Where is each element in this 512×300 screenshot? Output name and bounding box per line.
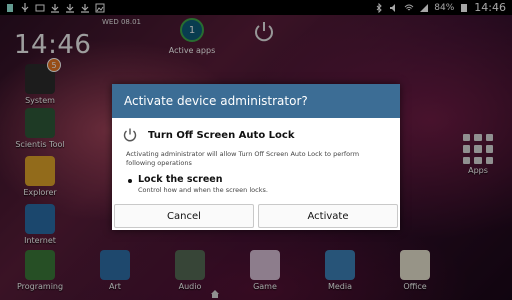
permission-item: Lock the screen Control how and when the… bbox=[112, 174, 400, 194]
admin-dialog: Activate device administrator? Turn Off … bbox=[112, 84, 400, 230]
permission-title: Lock the screen bbox=[138, 174, 223, 185]
bullet-icon bbox=[128, 179, 132, 183]
power-icon bbox=[123, 128, 137, 142]
dialog-buttons: Cancel Activate bbox=[114, 204, 398, 228]
permission-subtitle: Control how and when the screen locks. bbox=[138, 186, 268, 194]
dialog-app-row: Turn Off Screen Auto Lock bbox=[112, 122, 400, 148]
dialog-description: Activating administrator will allow Turn… bbox=[126, 150, 360, 167]
dialog-app-name: Turn Off Screen Auto Lock bbox=[148, 129, 295, 141]
activate-button[interactable]: Activate bbox=[258, 204, 398, 228]
cancel-button[interactable]: Cancel bbox=[114, 204, 254, 228]
dialog-title: Activate device administrator? bbox=[112, 84, 400, 118]
